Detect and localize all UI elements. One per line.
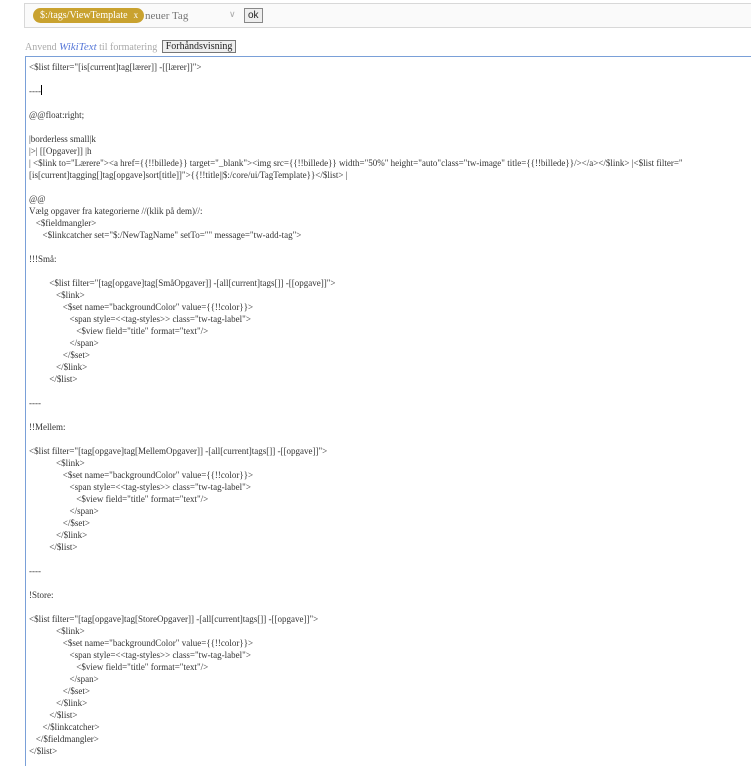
text-editor[interactable]: <$list filter="[is[current]tag[lærer]] -…: [25, 56, 751, 766]
editor-line: |borderless small|k: [29, 134, 96, 144]
editor-line: <$view field="title" format="text"/>: [29, 494, 209, 504]
editor-line: |>| [[Opgaver]] |h: [29, 146, 92, 156]
editor-line: <$set name="backgroundColor" value={{!!c…: [29, 302, 254, 312]
preview-button[interactable]: Forhåndsvisning: [161, 40, 237, 53]
editor-line: <$list filter="[tag[opgave]tag[SmåOpgave…: [29, 278, 336, 288]
new-tag-input[interactable]: [141, 7, 215, 24]
editor-line: </$linkcatcher>: [29, 722, 100, 732]
editor-line: | <$link to="Lærere"><a href={{!!billede…: [29, 158, 683, 168]
editor-line: </$set>: [29, 350, 90, 360]
editor-line: <$fieldmangler>: [29, 218, 97, 228]
editor-line: </span>: [29, 506, 99, 516]
tag-bar: $:/tags/ViewTemplate x ∨ ok: [24, 3, 751, 28]
editor-line: <$link>: [29, 290, 85, 300]
editor-line: </$link>: [29, 362, 88, 372]
chevron-down-icon[interactable]: ∨: [229, 9, 236, 20]
tag-label: $:/tags/ViewTemplate: [40, 10, 128, 21]
editor-line: @@float:right;: [29, 110, 85, 120]
editor-line: </$list>: [29, 710, 78, 720]
editor-line: </$set>: [29, 686, 90, 696]
editor-line: <$linkcatcher set="$:/NewTagName" setTo=…: [29, 230, 302, 240]
editor-line: <$list filter="[is[current]tag[lærer]] -…: [29, 62, 202, 72]
editor-line: </$set>: [29, 518, 90, 528]
editor-line: [is[current]tagging[]tag[opgave]sort[tit…: [29, 170, 348, 180]
editor-line: </$fieldmangler>: [29, 734, 99, 744]
wikitext-link[interactable]: WikiText: [59, 41, 96, 53]
editor-line: <$list filter="[tag[opgave]tag[StoreOpga…: [29, 614, 319, 624]
text-caret: [41, 85, 42, 95]
editor-line: <$set name="backgroundColor" value={{!!c…: [29, 470, 254, 480]
editor-line: ----: [29, 398, 41, 408]
editor-line: <span style=<<tag-styles>> class="tw-tag…: [29, 314, 251, 324]
editor-line: <$view field="title" format="text"/>: [29, 662, 209, 672]
editor-line: </$list>: [29, 374, 78, 384]
editor-line: </span>: [29, 674, 99, 684]
format-prefix: Anvend: [25, 42, 57, 53]
editor-line: @@: [29, 194, 46, 204]
tag-pill[interactable]: $:/tags/ViewTemplate x: [33, 8, 145, 23]
editor-line: <$view field="title" format="text"/>: [29, 326, 209, 336]
format-hint: Anvend WikiText til formatering Forhånds…: [25, 40, 237, 54]
editor-line: ----: [29, 85, 42, 96]
editor-line: ----: [29, 566, 41, 576]
editor-line: <span style=<<tag-styles>> class="tw-tag…: [29, 482, 251, 492]
editor-line: </$link>: [29, 530, 88, 540]
editor-content[interactable]: <$list filter="[is[current]tag[lærer]] -…: [29, 61, 748, 757]
editor-line: <span style=<<tag-styles>> class="tw-tag…: [29, 650, 251, 660]
editor-line: </$list>: [29, 542, 78, 552]
editor-line: !Store:: [29, 590, 54, 600]
editor-line: !!Mellem:: [29, 422, 66, 432]
editor-line: <$link>: [29, 626, 85, 636]
format-suffix: til formatering: [99, 42, 158, 53]
tag-remove-icon[interactable]: x: [134, 10, 139, 20]
editor-line: </$link>: [29, 698, 88, 708]
editor-line: !!!Små:: [29, 254, 57, 264]
editor-line: </$list>: [29, 746, 58, 756]
editor-line: Vælg opgaver fra kategorierne //(klik på…: [29, 206, 203, 216]
add-tag-ok-button[interactable]: ok: [244, 8, 263, 23]
editor-line: <$set name="backgroundColor" value={{!!c…: [29, 638, 254, 648]
editor-line: <$list filter="[tag[opgave]tag[MellemOpg…: [29, 446, 328, 456]
editor-line: <$link>: [29, 458, 85, 468]
editor-line: </span>: [29, 338, 99, 348]
